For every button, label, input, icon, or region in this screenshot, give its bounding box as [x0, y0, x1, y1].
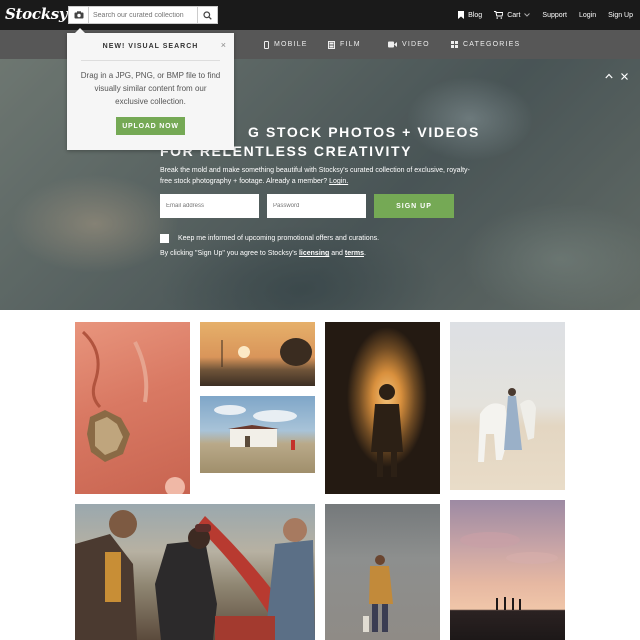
login-link[interactable]: Login [579, 12, 596, 19]
terms-text: By clicking "Sign Up" you agree to Stock… [160, 250, 299, 257]
photo-white-house[interactable] [200, 396, 315, 473]
grid-icon [451, 41, 458, 48]
blog-label: Blog [468, 11, 483, 19]
photo-horses-beach-art [478, 388, 536, 462]
search-input[interactable] [93, 7, 197, 23]
video-camera-icon [388, 41, 397, 48]
photo-sunset-field[interactable] [200, 322, 315, 386]
chevron-down-icon [524, 13, 531, 17]
bookmark-icon [458, 11, 465, 19]
hero-login-link[interactable]: Login. [329, 178, 348, 185]
tab-video[interactable]: VIDEO [388, 30, 430, 59]
terms-notice: By clicking "Sign Up" you agree to Stock… [160, 250, 366, 257]
film-icon [328, 40, 335, 49]
upload-now-button[interactable]: UPLOAD NOW [116, 117, 185, 135]
popover-close-icon[interactable]: × [221, 41, 226, 50]
mobile-icon [264, 40, 269, 49]
cart-link[interactable]: Cart [494, 11, 531, 19]
terms-link[interactable]: terms [345, 250, 364, 257]
tab-video-label: VIDEO [402, 41, 430, 48]
tab-mobile-label: MOBILE [274, 41, 308, 48]
popover-arrow [75, 28, 85, 33]
tab-categories[interactable]: CATEGORIES [451, 30, 520, 59]
tab-mobile[interactable]: MOBILE [264, 30, 308, 59]
terms-and-text: and [329, 250, 345, 257]
email-field[interactable] [160, 194, 259, 218]
signup-link[interactable]: Sign Up [608, 12, 633, 19]
photo-car-repair[interactable] [75, 504, 315, 640]
photo-rusted-paint-art [81, 330, 185, 494]
photo-silhouette-window-art [371, 384, 403, 477]
popover-description: Drag in a JPG, PNG, or BMP file to find … [80, 71, 221, 106]
cart-icon [494, 11, 504, 19]
photo-silhouette-window[interactable] [325, 322, 440, 494]
photo-people-dusk-art [460, 532, 558, 610]
search-icon[interactable] [197, 7, 217, 23]
camera-icon[interactable] [69, 7, 89, 23]
photo-car-repair-art [75, 510, 315, 640]
hero-description: Break the mold and make something beauti… [160, 165, 470, 187]
tab-film[interactable]: FILM [328, 30, 361, 59]
popover-title: NEW! VISUAL SEARCH [102, 43, 199, 50]
popover-divider [81, 60, 220, 61]
password-field[interactable] [267, 194, 366, 218]
cart-label: Cart [507, 11, 521, 19]
tab-categories-label: CATEGORIES [463, 41, 521, 48]
photo-people-dusk[interactable] [450, 500, 565, 640]
newsletter-checkbox[interactable] [160, 234, 169, 243]
photo-rusted-paint[interactable] [75, 322, 190, 494]
tab-film-label: FILM [340, 41, 361, 48]
newsletter-label: Keep me informed of upcoming promotional… [178, 235, 380, 242]
chevron-up-icon[interactable] [605, 73, 613, 79]
signup-button[interactable]: SIGN UP [374, 194, 454, 218]
top-bar: Stocksy Blog Cart Support Login Sign Up [0, 0, 640, 30]
licensing-link[interactable]: licensing [299, 250, 329, 257]
photo-sunset-field-art [221, 338, 312, 367]
stocksy-logo[interactable]: Stocksy [5, 5, 68, 23]
visual-search-popover: NEW! VISUAL SEARCH × Drag in a JPG, PNG,… [67, 28, 234, 150]
photo-horses-beach[interactable] [450, 322, 565, 490]
photo-white-house-art [214, 405, 297, 450]
top-nav: Blog Cart Support Login Sign Up [458, 0, 633, 30]
photo-man-yellow-coat[interactable] [325, 504, 440, 640]
terms-end-text: . [363, 250, 366, 257]
hero-copy-text: Break the mold and make something beauti… [160, 167, 470, 185]
close-icon[interactable] [621, 73, 628, 80]
blog-link[interactable]: Blog [458, 11, 482, 19]
photo-man-yellow-coat-art [363, 555, 393, 632]
search-bar [68, 6, 218, 24]
hero-collapse-controls [605, 73, 628, 80]
support-link[interactable]: Support [542, 12, 567, 19]
